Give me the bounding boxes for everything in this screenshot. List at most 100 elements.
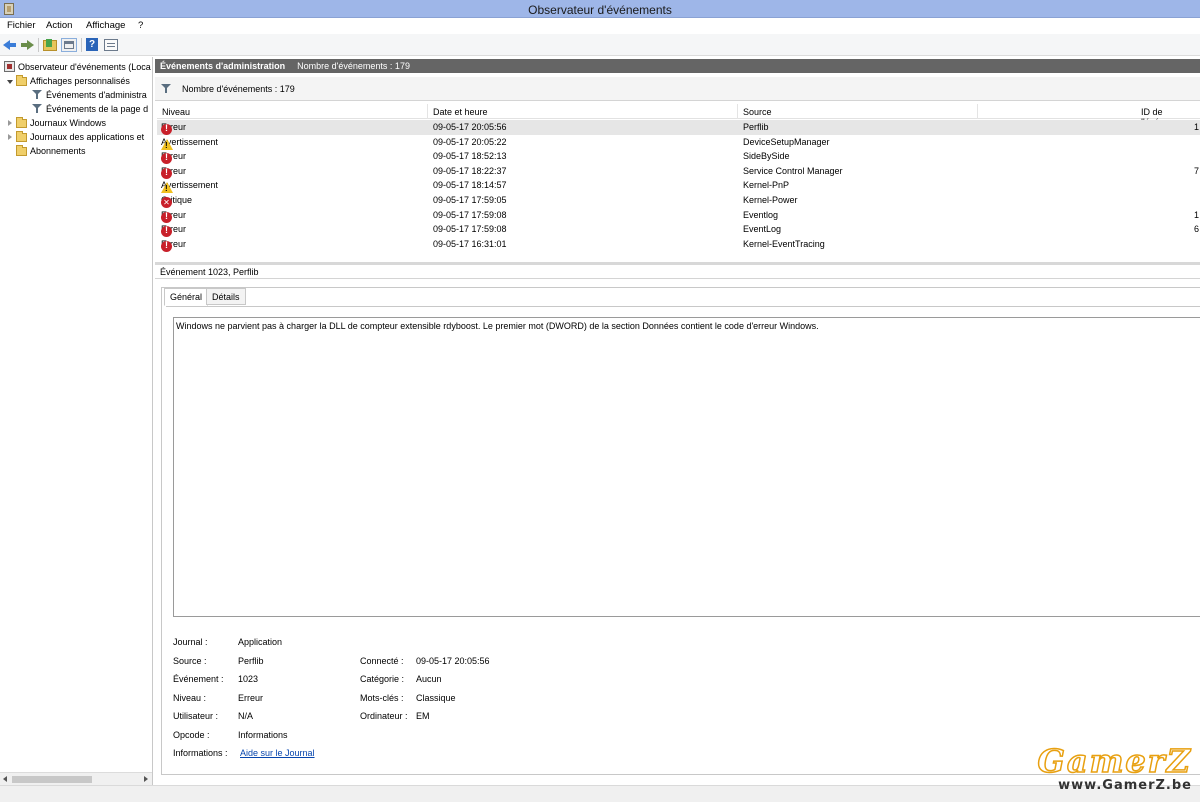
forward-arrow-icon[interactable] <box>20 38 34 52</box>
cell-date: 09-05-17 20:05:56 <box>433 122 507 132</box>
event-id-value: 1023 <box>238 674 259 684</box>
event-viewer-icon <box>4 61 15 72</box>
scrollbar-thumb[interactable] <box>12 776 92 783</box>
watermark-logo: GamerZ <box>1037 742 1192 780</box>
error-icon <box>161 225 172 238</box>
column-header-level[interactable]: Niveau <box>162 107 190 117</box>
tree-item-custom-views[interactable]: Affichages personnalisés <box>6 74 130 87</box>
cell-id: 1 <box>1194 209 1200 220</box>
navigation-tree: Observateur d'événements (Loca Affichage… <box>0 57 153 785</box>
general-tab-panel: Windows ne parvient pas à charger la DLL… <box>166 306 1200 772</box>
table-row[interactable]: Avertissement 09-05-17 18:14:57 Kernel-PnP <box>157 178 1200 194</box>
column-divider[interactable] <box>737 104 738 119</box>
folder-icon <box>16 75 27 86</box>
critical-icon <box>161 197 172 208</box>
column-header-date[interactable]: Date et heure <box>433 107 488 117</box>
scroll-right-icon[interactable] <box>144 776 148 782</box>
cell-level: Critique <box>161 195 192 208</box>
cell-source: Kernel-Power <box>743 195 798 205</box>
menu-bar: Fichier Action Affichage ? <box>0 18 1200 34</box>
view-event-count: Nombre d'événements : 179 <box>297 61 410 71</box>
error-icon <box>161 240 172 252</box>
cell-date: 09-05-17 18:14:57 <box>433 180 507 191</box>
table-row[interactable]: Erreur 09-05-17 17:59:08 Eventlog 1 <box>157 208 1200 223</box>
source-value: Perflib <box>238 656 264 666</box>
computer-label: Ordinateur : <box>360 711 408 721</box>
help-icon[interactable]: ? <box>86 38 98 51</box>
cell-source: Eventlog <box>743 209 779 220</box>
error-icon <box>161 152 172 165</box>
filter-icon <box>161 83 172 94</box>
cell-date: 09-05-17 20:05:22 <box>433 136 507 147</box>
properties-icon[interactable] <box>104 39 118 51</box>
opcode-label: Opcode : <box>173 730 210 740</box>
folder-icon <box>16 145 27 156</box>
tree-horizontal-scrollbar[interactable] <box>0 772 152 785</box>
table-row[interactable]: Erreur 09-05-17 16:31:01 Kernel-EventTraci… <box>157 237 1200 252</box>
toolbar-separator <box>38 38 39 52</box>
table-row[interactable]: Erreur 09-05-17 17:59:08 EventLog 6 <box>157 222 1200 238</box>
tree-item-label: Journaux Windows <box>30 117 107 128</box>
scroll-left-icon[interactable] <box>3 776 7 782</box>
tree-item-windows-logs[interactable]: Journaux Windows <box>6 116 106 129</box>
main-pane: Événements d'administration Nombre d'évé… <box>155 57 1200 785</box>
collapse-arrow-icon[interactable] <box>6 119 14 127</box>
user-label: Utilisateur : <box>173 711 219 721</box>
cell-date: 09-05-17 17:59:05 <box>433 195 507 205</box>
column-divider[interactable] <box>427 104 428 119</box>
menu-fichier[interactable]: Fichier <box>7 20 36 31</box>
table-row[interactable]: Critique 09-05-17 17:59:05 Kernel-Power <box>157 193 1200 208</box>
cell-source: SideBySide <box>743 151 790 162</box>
warning-icon <box>161 138 173 150</box>
tree-item-label: Abonnements <box>30 145 86 156</box>
menu-help[interactable]: ? <box>138 20 143 31</box>
user-value: N/A <box>238 711 254 721</box>
opcode-value: Informations <box>238 730 288 740</box>
tree-item-summary-events[interactable]: Événements de la page d <box>32 102 148 115</box>
cell-date: 09-05-17 16:31:01 <box>433 238 507 249</box>
cell-source: Perflib <box>743 122 769 132</box>
error-icon <box>161 211 172 223</box>
journal-help-link[interactable]: Aide sur le Journal <box>240 748 315 758</box>
view-title: Événements d'administration <box>160 61 286 71</box>
level-label: Niveau : <box>173 693 207 703</box>
table-row[interactable]: Erreur 09-05-17 18:22:37 Service Control M… <box>157 164 1200 179</box>
table-row[interactable]: Erreur 09-05-17 20:05:56 Perflib 1 <box>157 120 1200 135</box>
cell-source: Kernel-EventTracing <box>743 238 825 249</box>
table-row[interactable]: Avertissement 09-05-17 20:05:22 DeviceSetu… <box>157 135 1200 150</box>
category-value: Aucun <box>416 674 442 684</box>
cell-date: 09-05-17 18:52:13 <box>433 151 507 162</box>
event-detail-title: Événement 1023, Perflib <box>155 265 1200 279</box>
expand-arrow-icon[interactable] <box>6 77 14 85</box>
tree-item-label: Observateur d'événements (Loca <box>18 61 151 72</box>
tab-details[interactable]: Détails <box>206 288 246 305</box>
tree-item-app-logs[interactable]: Journaux des applications et <box>6 130 144 143</box>
tree-item-root[interactable]: Observateur d'événements (Loca <box>4 60 151 73</box>
table-header: Niveau Date et heure Source ID de l'évén… <box>157 104 1200 127</box>
folder-up-icon[interactable] <box>43 39 57 51</box>
info-label: Informations : <box>173 748 228 758</box>
watermark: GamerZ www.GamerZ.be <box>1037 742 1193 793</box>
tree-item-admin-events[interactable]: Événements d'administra <box>32 88 147 101</box>
level-value: Erreur <box>238 693 264 703</box>
warning-icon <box>161 182 173 194</box>
event-id-label: Événement : <box>173 674 224 684</box>
table-row[interactable]: Erreur 09-05-17 18:52:13 SideBySide <box>157 149 1200 165</box>
event-detail-panel: Général Détails Windows ne parvient pas … <box>161 287 1200 775</box>
filter-icon <box>32 89 43 100</box>
collapse-arrow-icon[interactable] <box>6 133 14 141</box>
cell-id: 6 <box>1194 224 1200 235</box>
tab-general[interactable]: Général <box>164 288 209 306</box>
cell-level: Erreur <box>161 166 186 179</box>
tree-item-subscriptions[interactable]: Abonnements <box>16 144 86 157</box>
column-divider[interactable] <box>977 104 978 119</box>
menu-affichage[interactable]: Affichage <box>86 20 125 31</box>
show-hide-tree-icon[interactable] <box>61 38 77 52</box>
cell-level: Avertissement <box>161 137 218 150</box>
menu-action[interactable]: Action <box>46 20 72 31</box>
column-header-source[interactable]: Source <box>743 107 772 117</box>
event-description[interactable]: Windows ne parvient pas à charger la DLL… <box>173 317 1200 617</box>
back-arrow-icon[interactable] <box>3 38 17 52</box>
filter-icon <box>32 103 43 114</box>
computer-value: EM <box>416 711 430 721</box>
